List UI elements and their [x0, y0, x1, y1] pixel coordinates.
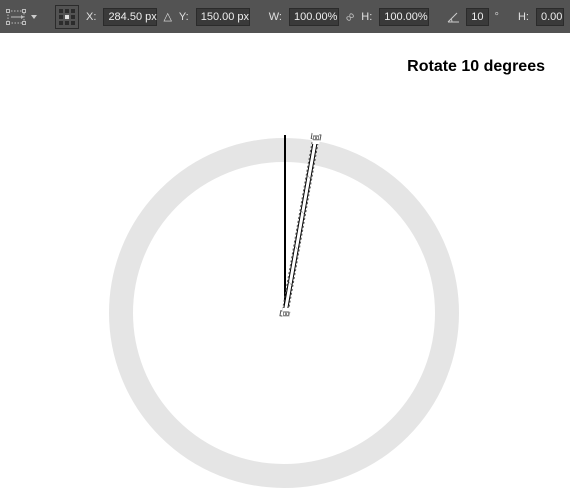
transform-options-bar: X: 284.50 px △ Y: 150.00 px W: 100.00% ∞…	[0, 0, 570, 33]
reference-point-grid[interactable]	[55, 5, 79, 29]
h-label: H:	[360, 11, 373, 23]
angle-icon	[447, 11, 460, 23]
skew-h-label: H:	[517, 11, 530, 23]
transform-handle-bottom[interactable]: ⌧	[282, 308, 289, 320]
document-canvas[interactable]: Rotate 10 degrees ⌧ ⌧	[0, 33, 570, 500]
transform-handle-top[interactable]: ⌧	[312, 132, 319, 144]
skew-h-input[interactable]: 0.00	[536, 8, 564, 26]
link-aspect-icon[interactable]: ∞	[341, 8, 358, 25]
rotation-angle-input[interactable]: 10	[466, 8, 488, 26]
tool-dropdown-arrow-icon[interactable]	[31, 15, 37, 19]
width-scale-input[interactable]: 100.00%	[289, 8, 339, 26]
y-position-input[interactable]: 150.00 px	[196, 8, 250, 26]
clock-hand-rotated[interactable]	[0, 33, 570, 500]
w-label: W:	[268, 11, 283, 23]
height-scale-input[interactable]: 100.00%	[379, 8, 429, 26]
delta-toggle-icon[interactable]: △	[163, 10, 171, 23]
free-transform-tool[interactable]	[6, 9, 37, 25]
transform-tool-icon	[6, 9, 26, 25]
degree-symbol: °	[495, 11, 499, 23]
x-position-input[interactable]: 284.50 px	[103, 8, 157, 26]
y-label: Y:	[178, 11, 190, 23]
x-label: X:	[85, 11, 97, 23]
